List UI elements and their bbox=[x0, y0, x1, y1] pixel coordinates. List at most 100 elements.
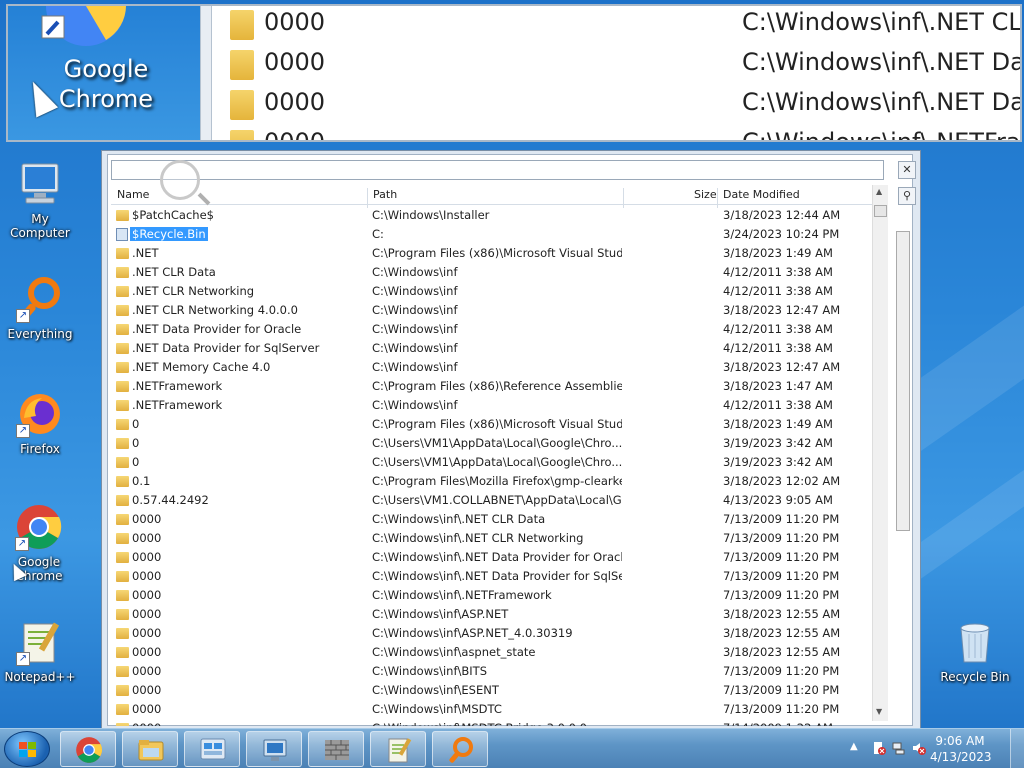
row-date-modified: 3/18/2023 12:44 AM bbox=[723, 208, 841, 222]
taskbar-explorer[interactable] bbox=[122, 731, 178, 767]
folder-icon bbox=[116, 400, 129, 411]
desktop-icon-notepadpp[interactable]: ↗ Notepad++ bbox=[0, 618, 80, 684]
table-row[interactable]: 0000 C:\Windows\inf\ASP.NET_4.0.30319 3/18… bbox=[111, 624, 871, 643]
scroll-down-icon[interactable]: ▼ bbox=[876, 707, 882, 716]
row-date-modified: 3/24/2023 10:24 PM bbox=[723, 227, 840, 241]
taskbar-everything[interactable] bbox=[432, 731, 488, 767]
table-row[interactable]: .NET Memory Cache 4.0 C:\Windows\inf 3/18/… bbox=[111, 358, 871, 377]
folder-icon bbox=[116, 381, 129, 392]
scroll-up-icon[interactable]: ▲ bbox=[876, 187, 882, 196]
desktop-icon-everything[interactable]: ↗ Everything bbox=[0, 275, 80, 341]
row-date-modified: 4/12/2011 3:38 AM bbox=[723, 341, 833, 355]
table-row[interactable]: 0 C:\Users\VM1\AppData\Local\Google\Chro.… bbox=[111, 453, 871, 472]
table-row[interactable]: .NET CLR Data C:\Windows\inf 4/12/2011 3:3… bbox=[111, 263, 871, 282]
folder-icon bbox=[116, 248, 129, 259]
folder-icon bbox=[230, 130, 254, 140]
folder-icon bbox=[116, 723, 129, 726]
table-row[interactable]: 0000 C:\Windows\inf\ASP.NET 3/18/2023 12:5… bbox=[111, 605, 871, 624]
taskbar-notepadpp[interactable] bbox=[370, 731, 426, 767]
table-row[interactable]: 0 C:\Program Files (x86)\Microsoft Visual… bbox=[111, 415, 871, 434]
row-path: C:\Program Files (x86)\Microsoft Visual … bbox=[372, 246, 622, 260]
table-row[interactable]: 0000 C:\Windows\inf\MSDTC Bridge 3.0.0.0 7… bbox=[111, 719, 871, 726]
folder-icon bbox=[116, 286, 129, 297]
firefox-icon: ↗ bbox=[16, 390, 64, 438]
table-row[interactable]: 0 C:\Users\VM1\AppData\Local\Google\Chro.… bbox=[111, 434, 871, 453]
table-row[interactable]: .NETFramework C:\Program Files (x86)\Refe… bbox=[111, 377, 871, 396]
everything-client-area: Name Path Size Date Modified $PatchCache… bbox=[107, 154, 913, 726]
action-center-icon[interactable] bbox=[872, 741, 886, 755]
column-header-date[interactable]: Date Modified bbox=[723, 188, 800, 201]
row-name: 0000 bbox=[132, 626, 162, 640]
table-row[interactable]: .NETFramework C:\Windows\inf 4/12/2011 3:3… bbox=[111, 396, 871, 415]
taskbar-firewall[interactable] bbox=[308, 731, 364, 767]
volume-muted-icon[interactable] bbox=[912, 741, 926, 755]
folder-icon bbox=[116, 362, 129, 373]
row-name: 0000 bbox=[132, 588, 162, 602]
table-row[interactable]: 0.1 C:\Program Files\Mozilla Firefox\gmp-… bbox=[111, 472, 871, 491]
folder-icon bbox=[116, 324, 129, 335]
column-header-path[interactable]: Path bbox=[373, 188, 397, 201]
taskbar-clock[interactable]: 9:06 AM 4/13/2023 bbox=[930, 733, 992, 765]
table-row[interactable]: 0000 C:\Windows\inf\MSDTC 7/13/2009 11:20 … bbox=[111, 700, 871, 719]
explorer-icon bbox=[137, 736, 165, 764]
row-date-modified: 3/18/2023 1:47 AM bbox=[723, 379, 833, 393]
row-name: .NET Data Provider for SqlServer bbox=[132, 341, 320, 355]
folder-icon bbox=[116, 571, 129, 582]
column-separator[interactable] bbox=[717, 188, 718, 208]
outer-scrollbar[interactable] bbox=[896, 231, 910, 531]
table-row[interactable]: 0000 C:\Windows\inf\aspnet_state 3/18/2023… bbox=[111, 643, 871, 662]
table-row[interactable]: $PatchCache$ C:\Windows\Installer 3/18/202… bbox=[111, 206, 871, 225]
zoom-row-name: 0000 bbox=[264, 8, 326, 36]
table-row[interactable]: .NET C:\Program Files (x86)\Microsoft Vis… bbox=[111, 244, 871, 263]
results-scrollbar[interactable]: ▲ ▼ bbox=[872, 185, 888, 721]
folder-icon bbox=[116, 495, 129, 506]
folder-icon bbox=[230, 50, 254, 80]
notepadpp-icon bbox=[385, 736, 413, 764]
row-path: C:\Windows\inf bbox=[372, 303, 458, 317]
shortcut-arrow-icon: ↗ bbox=[16, 424, 30, 438]
column-separator[interactable] bbox=[367, 188, 368, 208]
row-path: C:\Windows\inf\.NET Data Provider for Sq… bbox=[372, 569, 622, 583]
scroll-thumb[interactable] bbox=[874, 205, 887, 217]
desktop-icon-my-computer[interactable]: My Computer bbox=[0, 160, 80, 240]
table-row[interactable]: $Recycle.Bin C: 3/24/2023 10:24 PM bbox=[111, 225, 871, 244]
search-input[interactable] bbox=[111, 160, 884, 180]
windows-logo-icon bbox=[19, 742, 37, 758]
zoom-row: 0000 C:\Windows\inf\.NETFram bbox=[224, 126, 1020, 140]
table-row[interactable]: 0000 C:\Windows\inf\.NET Data Provider fo… bbox=[111, 548, 871, 567]
desktop-icon-recycle-bin[interactable]: Recycle Bin bbox=[935, 618, 1015, 684]
table-row[interactable]: 0000 C:\Windows\inf\.NETFramework 7/13/200… bbox=[111, 586, 871, 605]
network-icon[interactable] bbox=[892, 741, 906, 755]
column-header-size[interactable]: Size bbox=[694, 188, 717, 201]
taskbar-remote-desktop[interactable] bbox=[246, 731, 302, 767]
table-row[interactable]: .NET CLR Networking C:\Windows\inf 4/12/20… bbox=[111, 282, 871, 301]
table-row[interactable]: .NET Data Provider for SqlServer C:\Windo… bbox=[111, 339, 871, 358]
table-row[interactable]: 0000 C:\Windows\inf\BITS 7/13/2009 11:20 P… bbox=[111, 662, 871, 681]
desktop-icon-firefox[interactable]: ↗ Firefox bbox=[0, 390, 80, 456]
row-name: 0.57.44.2492 bbox=[132, 493, 209, 507]
close-icon[interactable]: ✕ bbox=[898, 161, 916, 179]
column-separator[interactable] bbox=[623, 188, 624, 208]
row-name: 0000 bbox=[132, 512, 162, 526]
taskbar-chrome[interactable] bbox=[60, 731, 116, 767]
table-row[interactable]: 0000 C:\Windows\inf\.NET CLR Networking 7/… bbox=[111, 529, 871, 548]
show-desktop-button[interactable] bbox=[1010, 729, 1024, 768]
row-name: 0000 bbox=[132, 607, 162, 621]
show-hidden-icons-icon[interactable]: ▲ bbox=[850, 741, 864, 755]
table-row[interactable]: .NET Data Provider for Oracle C:\Windows\… bbox=[111, 320, 871, 339]
table-row[interactable]: 0000 C:\Windows\inf\.NET CLR Data 7/13/200… bbox=[111, 510, 871, 529]
row-date-modified: 3/18/2023 12:47 AM bbox=[723, 360, 841, 374]
row-date-modified: 7/14/2009 1:22 AM bbox=[723, 721, 833, 726]
table-row[interactable]: 0.57.44.2492 C:\Users\VM1.COLLABNET\AppDa… bbox=[111, 491, 871, 510]
column-header-name[interactable]: Name bbox=[117, 188, 149, 201]
table-row[interactable]: .NET CLR Networking 4.0.0.0 C:\Windows\in… bbox=[111, 301, 871, 320]
taskbar-control-panel[interactable] bbox=[184, 731, 240, 767]
table-row[interactable]: 0000 C:\Windows\inf\.NET Data Provider fo… bbox=[111, 567, 871, 586]
row-date-modified: 3/19/2023 3:42 AM bbox=[723, 436, 833, 450]
row-date-modified: 3/18/2023 1:49 AM bbox=[723, 417, 833, 431]
start-button[interactable] bbox=[4, 731, 50, 767]
everything-icon: ↗ bbox=[16, 275, 64, 323]
table-row[interactable]: 0000 C:\Windows\inf\ESENT 7/13/2009 11:20 … bbox=[111, 681, 871, 700]
search-icon[interactable]: ⚲ bbox=[898, 187, 916, 205]
folder-icon bbox=[230, 10, 254, 40]
